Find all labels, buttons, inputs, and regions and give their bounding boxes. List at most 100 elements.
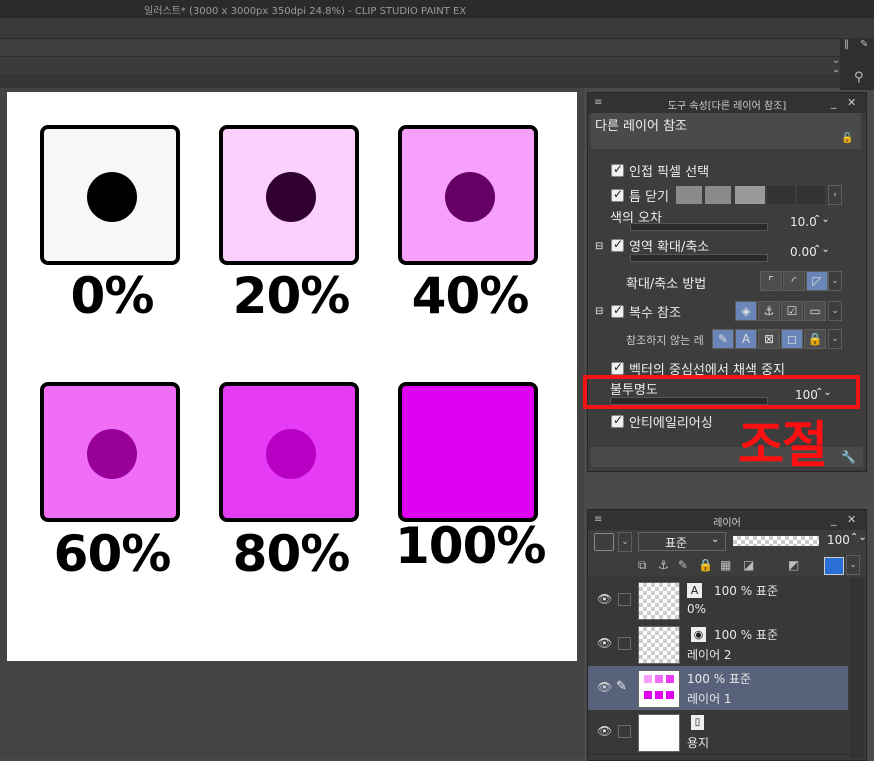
swatch-60: [40, 382, 180, 522]
layer-color-icon[interactable]: [594, 533, 614, 551]
layer-name: 0%: [687, 602, 707, 616]
layer-row-selected[interactable]: 👁 ✎ 100 % 표준 레이어 1: [588, 666, 848, 711]
minimize-icon[interactable]: _: [831, 96, 837, 109]
opacity-bar[interactable]: [733, 536, 819, 546]
close-gap-checkbox[interactable]: [611, 187, 624, 202]
draft-icon[interactable]: ✎: [678, 558, 688, 572]
chevron-down-icon[interactable]: ⌄: [832, 55, 840, 66]
layer-blend: 100 % 표준: [687, 672, 752, 686]
gap-level-1[interactable]: [676, 186, 702, 204]
collapse-icon[interactable]: ⊟: [595, 241, 603, 252]
swatch-20: [219, 125, 359, 265]
chevron-down-icon[interactable]: ⌄: [828, 301, 842, 321]
area-scaling-slider[interactable]: [630, 254, 768, 262]
blur-corner-icon[interactable]: ◸: [806, 271, 828, 291]
area-scaling-checkbox[interactable]: [611, 237, 624, 252]
layer-checkbox[interactable]: [618, 593, 631, 606]
color-tolerance-slider[interactable]: [630, 223, 768, 231]
swatch-0: [40, 125, 180, 265]
layer-toolbar: ⌄ 표준 ⌄ 100 ⌃⌄: [588, 530, 867, 554]
corner-icon[interactable]: ⌜: [760, 271, 782, 291]
row-area-scaling: ⊟ 영역 확대/축소 0.00 ⌃⌄: [588, 234, 866, 262]
layer-checkbox[interactable]: [618, 725, 631, 738]
percent-label: 100%: [395, 517, 546, 575]
layer-row[interactable]: 👁 ▯ 용지: [588, 710, 848, 755]
mask-icon[interactable]: ◪: [743, 558, 754, 572]
exclude-edit-icon[interactable]: ⊠: [758, 329, 780, 349]
lock-icon[interactable]: 🔓: [841, 133, 853, 144]
close-icon[interactable]: ✕: [847, 513, 856, 526]
clip-icon[interactable]: ⧉: [638, 558, 647, 573]
layer-checkbox[interactable]: [618, 637, 631, 650]
chevron-down-icon[interactable]: ⌄: [828, 329, 842, 349]
exclude-locked-icon[interactable]: 🔒: [804, 329, 826, 349]
panel-title: 도구 속성[다른 레이어 참조]: [667, 101, 787, 112]
gap-level-5[interactable]: [797, 186, 825, 204]
chevron-down-icon[interactable]: ⌄: [828, 271, 842, 291]
lock-icon[interactable]: 🔒: [698, 558, 713, 572]
antialias-label: 안티에일리어싱: [629, 416, 713, 431]
percent-label: 80%: [232, 525, 351, 583]
reference-icon[interactable]: ⚓: [658, 558, 669, 572]
layer-row[interactable]: 👁 ◉ 100 % 표준 레이어 2: [588, 622, 848, 667]
eye-icon[interactable]: 👁: [597, 680, 612, 694]
ruler-icon[interactable]: ◩: [788, 558, 799, 572]
gap-level-4[interactable]: [767, 186, 795, 204]
lock-alpha-icon[interactable]: ▦: [720, 558, 731, 572]
folder-icon[interactable]: ▭: [804, 301, 826, 321]
stepper-icon[interactable]: ⌃⌄: [813, 214, 830, 225]
percent-label: 0%: [70, 267, 155, 325]
collapse-icon[interactable]: ⊟: [595, 306, 603, 317]
exclude-draft-icon[interactable]: ✎: [712, 329, 734, 349]
chevron-down-icon[interactable]: ⌄: [846, 555, 860, 575]
chevron-down-icon[interactable]: ⌄: [618, 532, 632, 552]
row-adjacent-pixel: 인접 픽셀 선택: [588, 159, 866, 181]
percent-label: 60%: [53, 525, 172, 583]
blend-mode-select[interactable]: 표준 ⌄: [638, 532, 726, 551]
selected-layer-icon[interactable]: ☑: [781, 301, 803, 321]
layer-name: 용지: [687, 736, 710, 750]
pen-icon[interactable]: ✎: [860, 39, 868, 50]
percent-label: 40%: [411, 267, 530, 325]
exclude-text-icon[interactable]: A: [735, 329, 757, 349]
multi-reference-label: 복수 참조: [629, 306, 681, 321]
layer-blend: 100 % 표준: [714, 584, 779, 598]
antialias-checkbox[interactable]: [611, 413, 624, 428]
reference-layer-icon[interactable]: ⚓: [758, 301, 780, 321]
layer-panel: ≡ 레이어 _ ✕ ⌄ 표준 ⌄ 100 ⌃⌄ ⧉ ⚓ ✎ 🔒 ▦ ◪ ◩ ⌄ …: [587, 509, 867, 761]
layer-name: 레이어 2: [687, 648, 732, 662]
round-corner-icon[interactable]: ◜: [783, 271, 805, 291]
text-layer-icon: A: [687, 583, 702, 598]
adjacent-pixel-label: 인접 픽셀 선택: [629, 165, 710, 180]
chevron-down-icon: ⌄: [711, 534, 720, 545]
color-icon[interactable]: [824, 557, 844, 575]
adjacent-pixel-checkbox[interactable]: [611, 162, 624, 177]
area-scaling-label: 영역 확대/축소: [629, 240, 710, 255]
layer-icon-row: ⧉ ⚓ ✎ 🔒 ▦ ◪ ◩ ⌄: [588, 554, 866, 576]
multi-reference-checkbox[interactable]: [611, 303, 624, 318]
all-layers-icon[interactable]: ◈: [735, 301, 757, 321]
layer-row[interactable]: 👁 A 100 % 표준 0%: [588, 578, 848, 623]
stepper-icon[interactable]: ⌃⌄: [850, 532, 867, 543]
eye-icon[interactable]: 👁: [597, 592, 612, 606]
minimize-icon[interactable]: _: [831, 513, 837, 526]
command-bar: [0, 38, 874, 57]
eye-icon[interactable]: 👁: [597, 724, 612, 738]
stepper-icon[interactable]: ⌃⌄: [813, 244, 830, 255]
wrench-icon[interactable]: 🔧: [841, 450, 856, 464]
search-icon[interactable]: ⚲: [854, 70, 864, 85]
canvas[interactable]: 0% 20% 40% 60% 80% 100%: [7, 92, 577, 661]
exclude-paper-icon[interactable]: ◻: [781, 329, 803, 349]
eye-icon[interactable]: 👁: [597, 636, 612, 650]
chevron-up-icon[interactable]: ⌃: [832, 69, 840, 80]
layer-opacity-value[interactable]: 100: [827, 533, 850, 547]
swatch-dot: [266, 172, 316, 222]
gap-level-2[interactable]: [705, 186, 731, 204]
close-icon[interactable]: ✕: [847, 96, 856, 109]
vector-center-checkbox[interactable]: [611, 360, 624, 375]
gap-level-3[interactable]: [735, 186, 765, 204]
row-multi-reference: ⊟ 복수 참조 ◈ ⚓ ☑ ▭ ⌄: [588, 301, 866, 323]
chevron-right-icon[interactable]: ›: [828, 185, 842, 205]
panel-title: 레이어: [713, 518, 741, 529]
layer-scrollbar[interactable]: [850, 578, 864, 758]
